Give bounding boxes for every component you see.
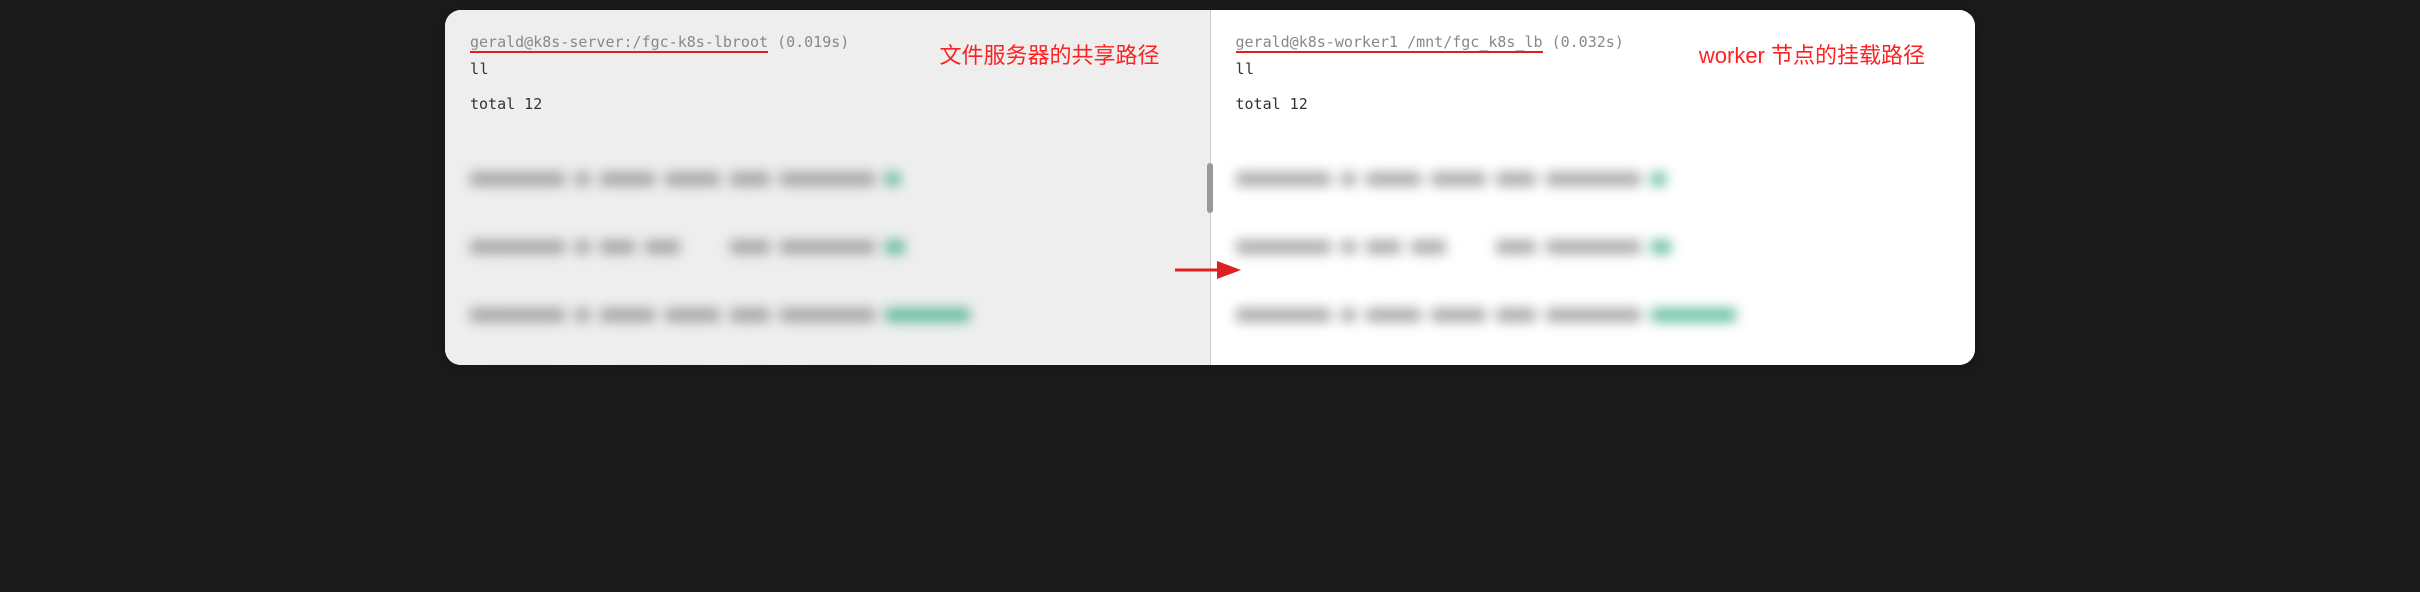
prompt-line: gerald@k8s-server:/fgc-k8s-lbroot (0.019… — [470, 30, 849, 55]
blurred-content — [1236, 122, 1951, 365]
annotation-left: 文件服务器的共享路径 — [939, 38, 1159, 74]
total-line: total 12 — [1236, 92, 1951, 117]
terminal-comparison: gerald@k8s-server:/fgc-k8s-lbroot (0.019… — [445, 10, 1975, 365]
prompt-line: gerald@k8s-worker1 /mnt/fgc_k8s_lb (0.03… — [1236, 30, 1624, 55]
prompt-path: /mnt/fgc_k8s_lb — [1398, 33, 1543, 53]
pane-divider[interactable] — [1207, 163, 1213, 213]
prompt-time: (0.032s) — [1552, 33, 1624, 51]
prompt-path: :/fgc-k8s-lbroot — [624, 33, 769, 53]
annotation-right: worker 节点的挂载路径 — [1699, 38, 1925, 74]
prompt-user-host: gerald@k8s-server — [470, 33, 624, 53]
prompt-user-host: gerald@k8s-worker1 — [1236, 33, 1399, 53]
terminal-right-pane[interactable]: gerald@k8s-worker1 /mnt/fgc_k8s_lb (0.03… — [1210, 10, 1976, 365]
prompt-time: (0.019s) — [777, 33, 849, 51]
blurred-content — [470, 122, 1185, 365]
total-line: total 12 — [470, 92, 1185, 117]
terminal-left-pane[interactable]: gerald@k8s-server:/fgc-k8s-lbroot (0.019… — [445, 10, 1210, 365]
